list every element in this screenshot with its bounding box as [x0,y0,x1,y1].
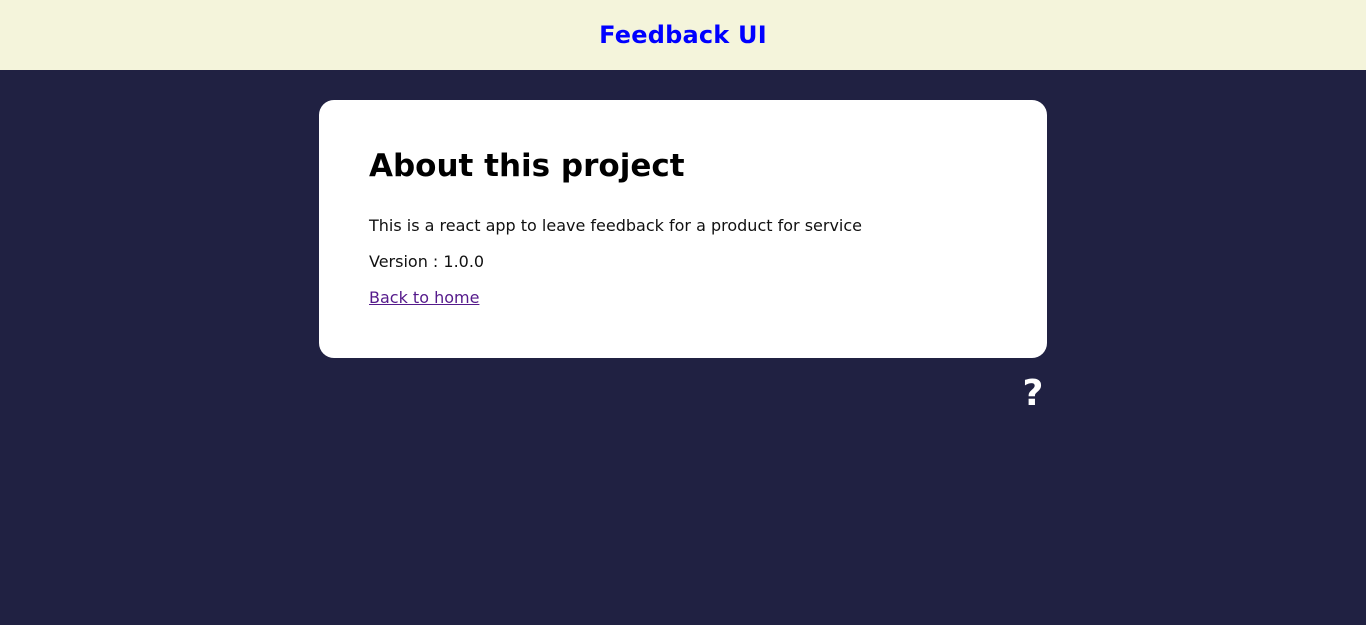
about-description: This is a react app to leave feedback fo… [369,216,862,235]
version-text: Version : 1.0.0 [369,252,485,271]
about-heading: About this project [369,148,685,184]
main-container: About this project This is a react app t… [319,100,1047,412]
question-icon[interactable]: ? [1019,376,1047,412]
app-header: Feedback UI [0,0,1366,70]
back-to-home-link[interactable]: Back to home [369,288,479,307]
about-card: About this project This is a react app t… [319,100,1047,358]
back-link-wrapper: Back to home [369,286,997,310]
app-title: Feedback UI [599,21,767,49]
